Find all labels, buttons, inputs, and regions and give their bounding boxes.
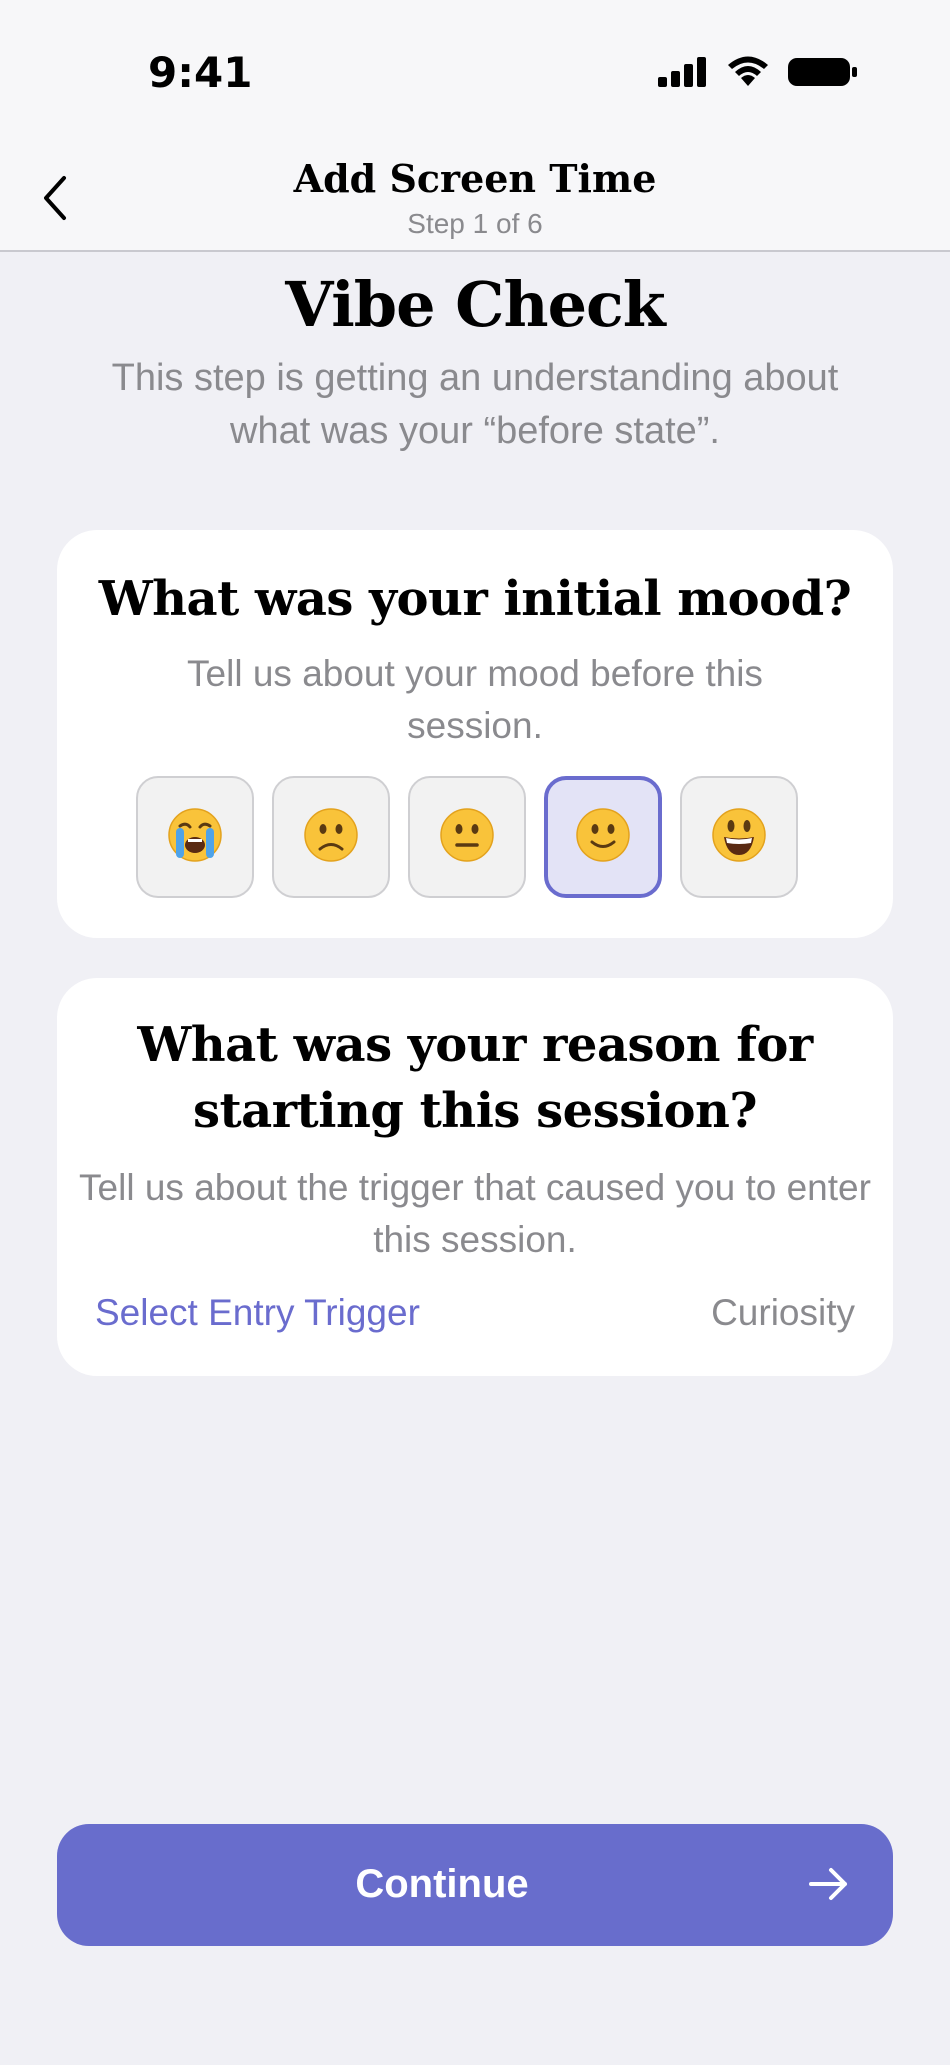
crying-face-icon bbox=[167, 807, 223, 868]
trigger-question: What was your reason for starting this s… bbox=[137, 1017, 813, 1139]
status-icons bbox=[658, 56, 858, 93]
selected-trigger-value[interactable]: Curiosity bbox=[711, 1292, 855, 1334]
slightly-smiling-face-icon bbox=[575, 807, 631, 868]
select-entry-trigger-link[interactable]: Select Entry Trigger bbox=[95, 1292, 420, 1334]
neutral-face-icon bbox=[439, 807, 495, 868]
status-time: 9:41 bbox=[148, 48, 253, 97]
cellular-signal-icon bbox=[658, 57, 708, 92]
arrow-right-icon bbox=[807, 1862, 851, 1911]
mood-description: Tell us about your mood before this sess… bbox=[187, 653, 763, 746]
nav-step-indicator: Step 1 of 6 bbox=[407, 208, 543, 239]
mood-option-happy[interactable] bbox=[544, 776, 662, 898]
mood-option-very-sad[interactable] bbox=[136, 776, 254, 898]
battery-icon bbox=[788, 56, 858, 93]
frowning-face-icon bbox=[303, 807, 359, 868]
nav-title: Add Screen Time bbox=[293, 156, 657, 201]
trigger-card: What was your reason for starting this s… bbox=[57, 978, 893, 1376]
status-bar: 9:41 bbox=[0, 0, 950, 150]
navigation-bar: Add Screen Time Step 1 of 6 bbox=[0, 150, 950, 252]
page-title: Vibe Check bbox=[285, 268, 666, 341]
continue-button[interactable]: Continue bbox=[57, 1824, 893, 1946]
grinning-face-icon bbox=[711, 807, 767, 868]
wifi-icon bbox=[726, 56, 770, 93]
trigger-description: Tell us about the trigger that caused yo… bbox=[79, 1167, 871, 1260]
mood-question: What was your initial mood? bbox=[98, 571, 852, 627]
mood-selector bbox=[136, 776, 798, 898]
mood-option-neutral[interactable] bbox=[408, 776, 526, 898]
continue-label: Continue bbox=[355, 1862, 529, 1906]
mood-option-very-happy[interactable] bbox=[680, 776, 798, 898]
mood-card: What was your initial mood? Tell us abou… bbox=[57, 530, 893, 938]
page-description: This step is getting an understanding ab… bbox=[111, 357, 839, 452]
mood-option-sad[interactable] bbox=[272, 776, 390, 898]
